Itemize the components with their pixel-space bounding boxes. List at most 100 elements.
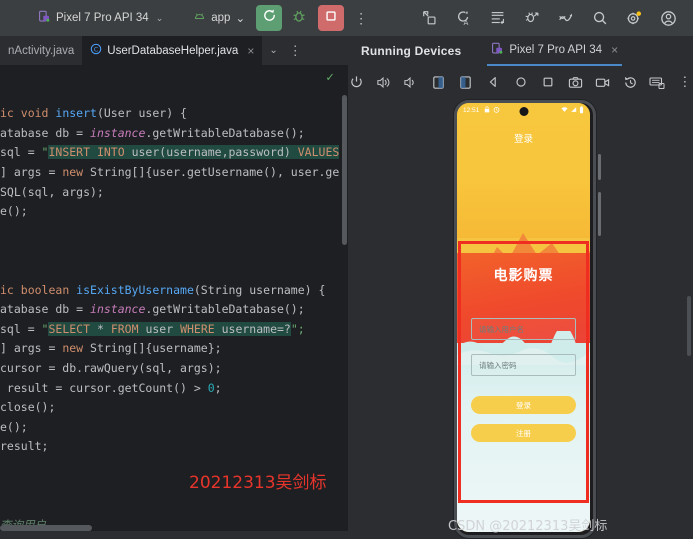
chevron-down-icon[interactable]: ⌄ [262,45,284,56]
camera-notch [519,107,528,116]
device-tab-pixel-7-pro[interactable]: Pixel 7 Pro API 34 × [487,36,623,66]
code-token: ] args = [0,164,63,179]
emulator-toolbar: ⋮ [348,66,693,98]
code-editor[interactable]: ic void insert(User user) {atabase db = … [0,65,348,539]
csdn-watermark: CSDN @20212313吴剑标 [448,519,608,534]
keyboard-icon[interactable] [649,73,665,92]
phone-volume-button[interactable] [598,192,601,236]
code-token: SELECT [48,321,97,336]
settings-gear-icon[interactable] [623,7,645,29]
rotate-left-icon[interactable] [430,73,446,92]
wifi-icon [561,106,568,115]
code-line: result = cursor.getCount() > 0; [0,379,348,399]
volume-down-icon[interactable] [403,73,419,92]
code-lines-container: ic void insert(User user) {atabase db = … [0,104,348,535]
code-token: .getWritableDatabase(); [145,125,305,140]
device-selector[interactable]: Pixel 7 Pro API 34 ⌄ [34,7,167,29]
editor-tab-user-database-helper[interactable]: C UserDatabaseHelper.java × [82,36,263,65]
volume-up-icon[interactable] [375,73,391,92]
overview-nav-icon[interactable] [540,73,556,92]
run-config-selector[interactable]: app ⌄ [189,7,249,29]
format-code-icon[interactable] [487,7,509,29]
build-icon[interactable] [419,7,441,29]
chevron-down-icon: ⌄ [155,12,164,23]
power-icon[interactable] [348,73,364,92]
code-token: FROM [110,321,146,336]
editor-tab-label: UserDatabaseHelper.java [107,44,239,57]
code-line: atabase db = instance.getWritableDatabas… [0,124,348,144]
running-devices-pane: Running Devices Pixel 7 Pro API 34 × ⋮ 1… [348,36,693,539]
red-watermark-text: 20212313吴剑标 [189,473,327,493]
code-token: close(); [0,400,56,415]
debugger-icon[interactable] [521,7,543,29]
toolbar-overflow-button[interactable]: ⋮ [352,10,370,27]
code-with-me-icon[interactable]: A [453,7,475,29]
code-token: INSERT INTO [48,145,132,160]
devices-pane-scrollbar[interactable] [687,296,691,356]
username-placeholder: 请输入用户名 [479,324,524,334]
back-nav-icon[interactable] [485,73,501,92]
code-token: { [180,106,187,121]
code-token: ic [0,282,21,297]
code-token: ; [214,380,222,395]
code-token: * [96,321,111,336]
svg-text:C: C [94,46,99,54]
home-nav-icon[interactable] [512,73,528,92]
code-token: username=? [221,321,291,336]
device-history-icon[interactable] [622,73,638,92]
screenshot-camera-icon[interactable] [567,73,583,92]
emulator-screen[interactable]: 12:51 登录 电影购票 请输入用户名 请输入密码 登录 注册 [457,103,590,532]
screen-title-label: 登录 [513,134,533,145]
code-token: VALUES [297,145,340,160]
app-title-label: 电影购票 [493,268,554,284]
password-input[interactable]: 请输入密码 [471,354,576,376]
device-selector-label: Pixel 7 Pro API 34 [56,12,149,24]
code-token: atabase db = [0,125,91,140]
code-token: ] args = [0,341,63,356]
code-line: ic boolean isExistByUsername(String user… [0,281,348,301]
code-token: e(); [0,204,28,219]
device-tab-label: Pixel 7 Pro API 34 [509,44,603,56]
code-line: close(); [0,398,348,418]
screen-record-icon[interactable] [594,73,610,92]
inspection-status-icon[interactable]: ✓ [326,68,334,88]
account-avatar-icon[interactable] [657,7,679,29]
code-token: void [20,106,56,121]
register-button[interactable]: 注册 [471,424,576,442]
debug-button[interactable] [286,5,312,31]
code-line: e(); [0,418,348,438]
code-token: boolean [20,282,77,297]
code-token: 0 [207,380,215,395]
run-button[interactable] [256,5,283,31]
editor-tab-label: nActivity.java [8,44,75,57]
editor-tab-options-button[interactable]: ⋮ [285,43,306,59]
rotate-right-icon[interactable] [458,73,474,92]
editor-bottom-strip [0,531,348,539]
search-icon[interactable] [589,7,611,29]
phone-power-button[interactable] [598,154,601,180]
username-input[interactable]: 请输入用户名 [471,318,576,340]
more-options-icon[interactable]: ⋮ [677,73,693,92]
device-phone-icon [38,10,51,26]
device-phone-icon [491,42,504,58]
code-token: sql = [0,321,42,336]
code-token: cursor = db.rawQuery(sql, args); [0,360,222,375]
code-line: ] args = new String[]{username}; [0,339,348,359]
password-placeholder: 请输入密码 [479,360,517,370]
editor-tab-main-activity[interactable]: nActivity.java [0,36,82,65]
editor-vertical-scrollbar[interactable] [342,95,347,245]
login-button[interactable]: 登录 [471,396,576,414]
close-icon[interactable]: × [247,44,254,58]
stop-button[interactable] [318,5,345,31]
chevron-down-icon: ⌄ [235,13,246,25]
status-bar-right-icons [561,105,584,116]
close-icon[interactable]: × [611,43,618,57]
profiler-icon[interactable] [555,7,577,29]
code-token: WHERE [180,321,222,336]
run-config-label: app [211,12,231,24]
battery-icon [579,105,584,116]
code-token: new [62,341,91,356]
